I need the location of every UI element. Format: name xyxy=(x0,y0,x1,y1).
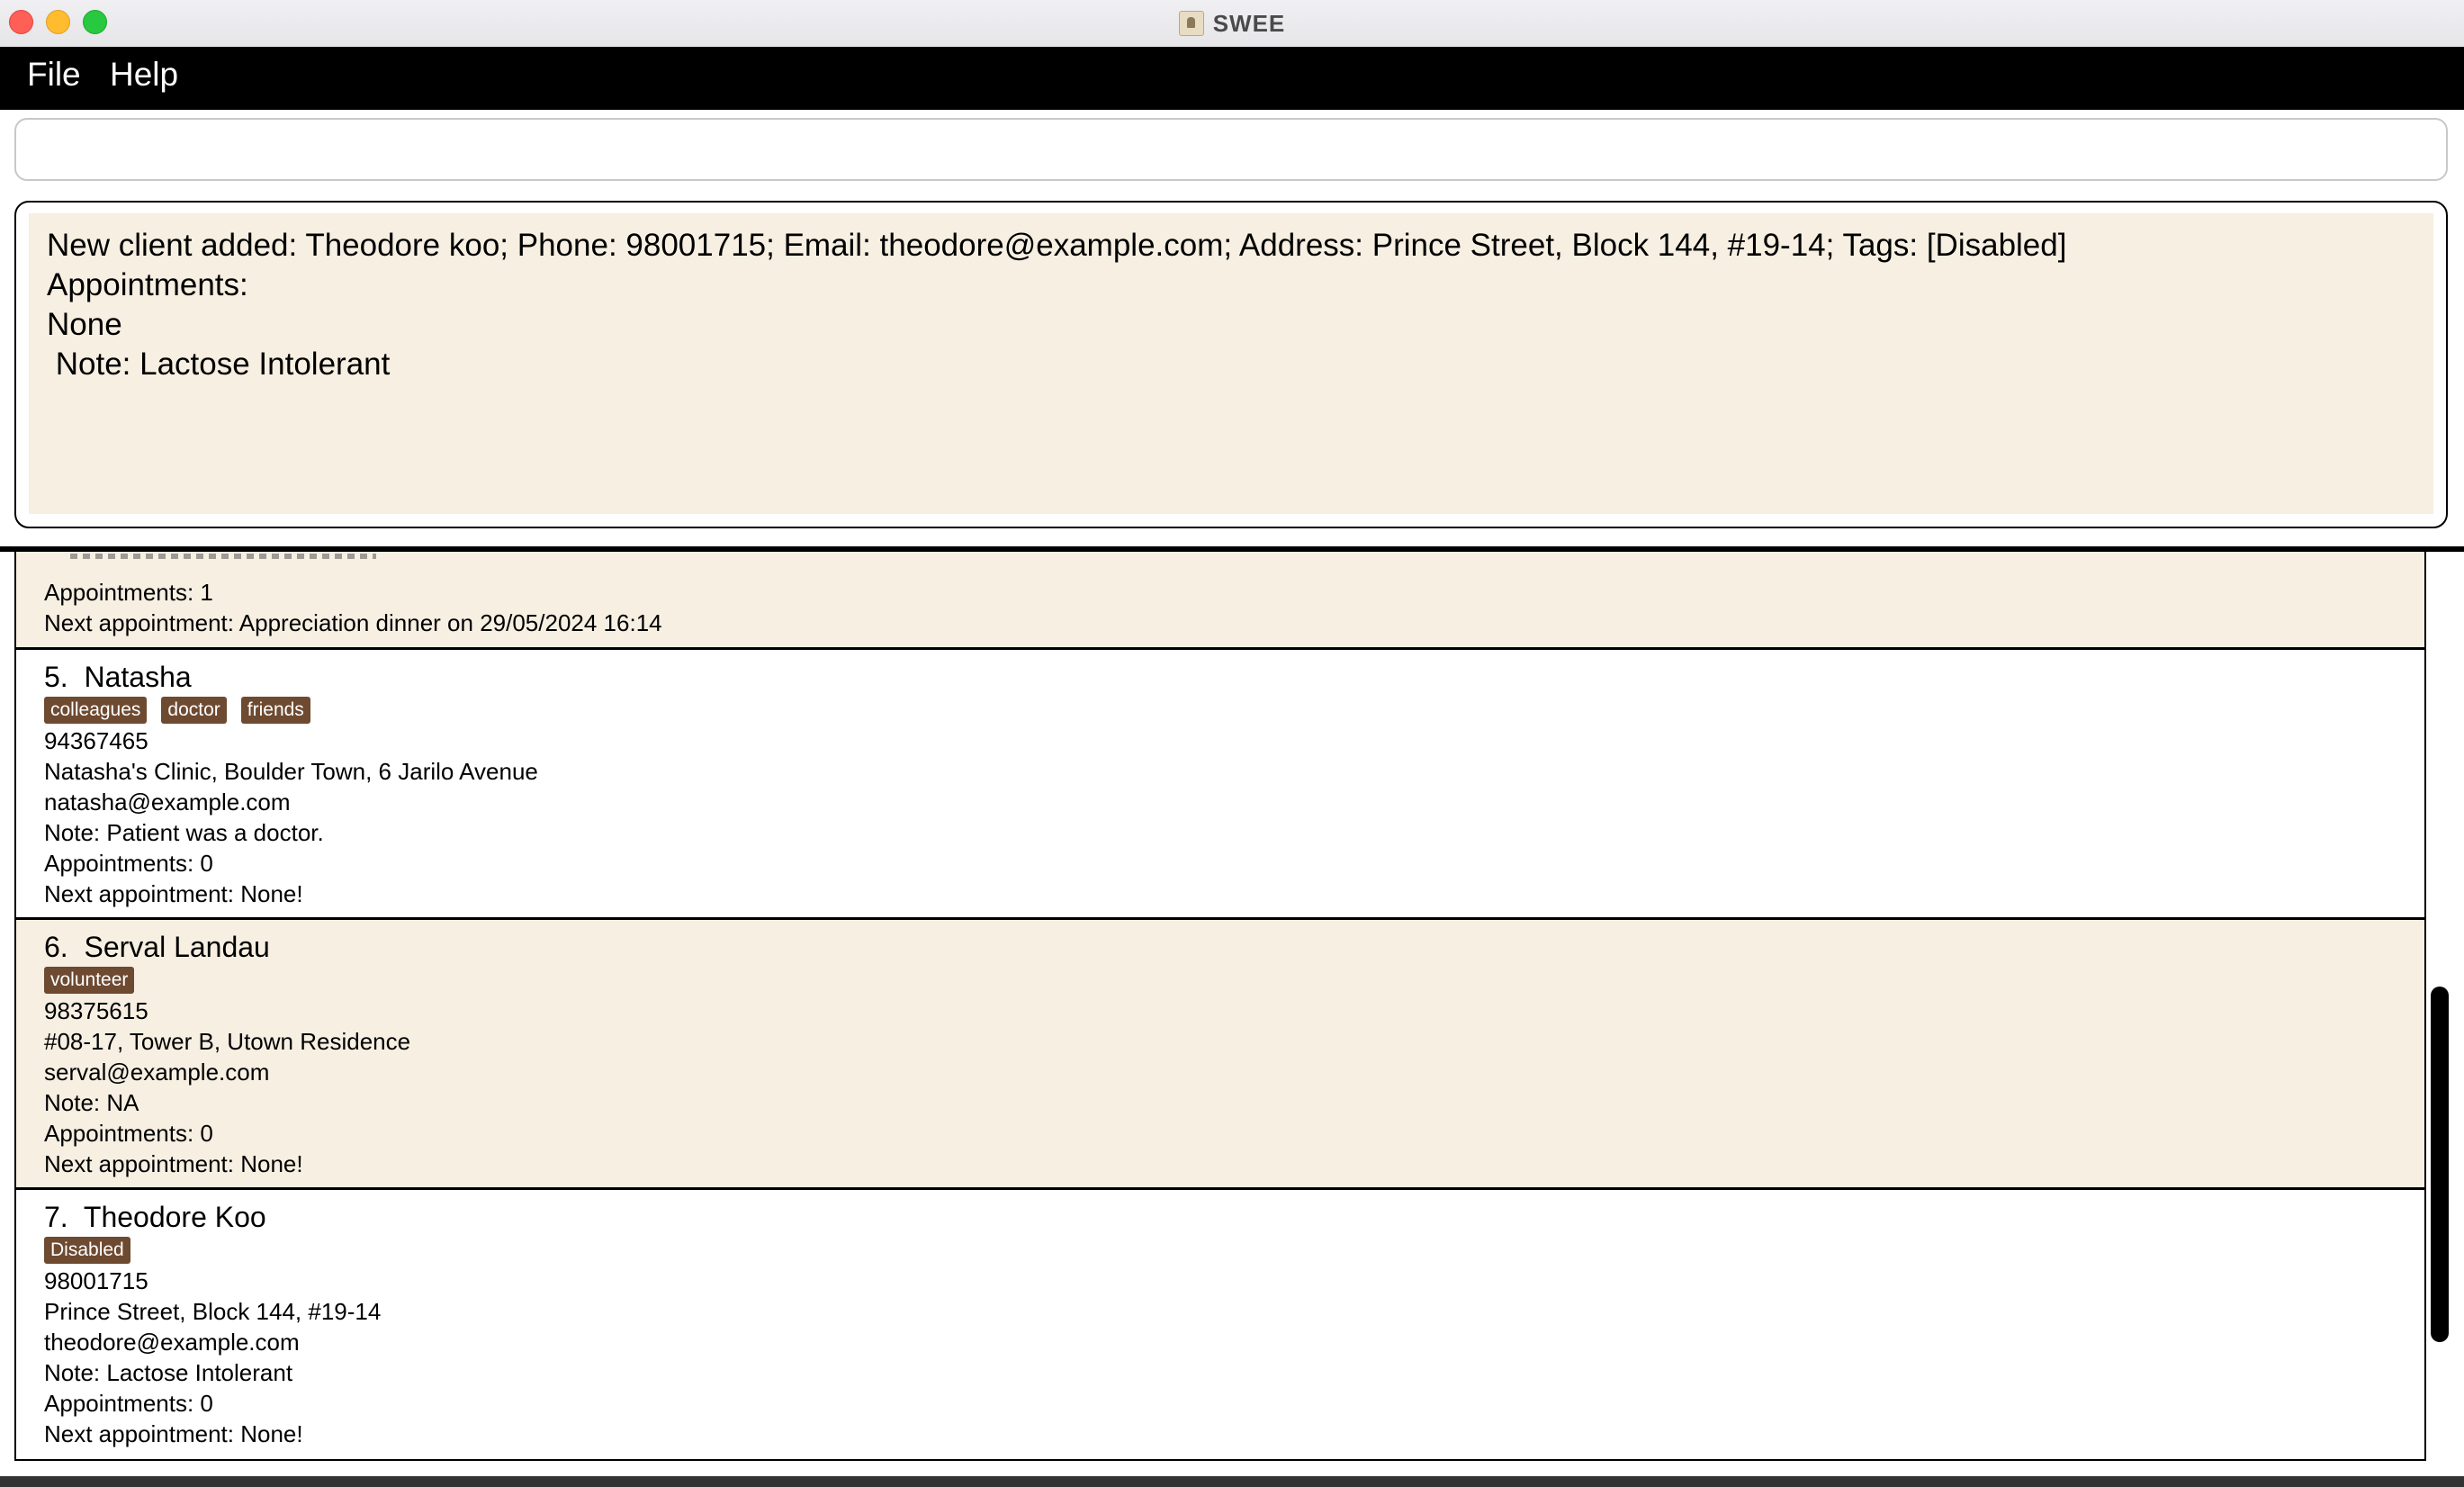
result-display-text-area[interactable]: New client added: Theodore koo; Phone: 9… xyxy=(29,213,2433,514)
result-appointments-value: None xyxy=(47,307,122,342)
app-icon xyxy=(1178,11,1204,36)
menu-file[interactable]: File xyxy=(27,56,81,94)
client-address: Natasha's Clinic, Boulder Town, 6 Jarilo… xyxy=(44,758,538,785)
menu-bar: File Help xyxy=(0,47,2464,110)
client-name: 5. Natasha xyxy=(44,661,192,693)
tag: doctor xyxy=(161,697,227,724)
client-email: serval@example.com xyxy=(44,1059,270,1086)
client-email: natasha@example.com xyxy=(44,789,291,816)
client-phone: 98001715 xyxy=(44,1267,148,1294)
client-email: theodore@example.com xyxy=(44,1329,300,1356)
result-message-line: New client added: Theodore koo; Phone: 9… xyxy=(47,228,2067,263)
client-card[interactable]: 6. Serval Landau volunteer 98375615 #08-… xyxy=(16,920,2424,1187)
clipped-text xyxy=(70,554,376,559)
tag: friends xyxy=(240,697,310,724)
client-appointments: Appointments: 0 xyxy=(44,850,213,877)
tag: Disabled xyxy=(44,1237,130,1264)
window-bottom-edge xyxy=(0,1476,2464,1487)
client-note: Note: Patient was a doctor. xyxy=(44,819,324,846)
client-list[interactable]: Appointments: 1 Next appointment: Apprec… xyxy=(14,552,2426,1461)
client-tags: colleagues doctor friends xyxy=(44,697,310,724)
window-title: SWEE xyxy=(1212,9,1286,37)
client-card[interactable]: 5. Natasha colleagues doctor friends 943… xyxy=(16,650,2424,911)
result-appointments-label: Appointments: xyxy=(47,267,248,302)
window-title-bar: SWEE xyxy=(0,0,2464,48)
client-note: Note: NA xyxy=(44,1089,139,1116)
client-card[interactable]: Appointments: 1 Next appointment: Apprec… xyxy=(16,552,2424,647)
client-note: Note: Lactose Intolerant xyxy=(44,1359,293,1386)
client-appointments: Appointments: 1 xyxy=(44,579,213,606)
tag: volunteer xyxy=(44,967,135,994)
menu-help[interactable]: Help xyxy=(110,56,178,94)
client-next-appointment: Next appointment: None! xyxy=(44,880,303,907)
client-card[interactable]: 7. Theodore Koo Disabled 98001715 Prince… xyxy=(16,1190,2424,1459)
result-display: New client added: Theodore koo; Phone: 9… xyxy=(14,201,2448,528)
client-phone: 98375615 xyxy=(44,997,148,1024)
result-note: Note: Lactose Intolerant xyxy=(47,347,391,382)
client-tags: Disabled xyxy=(44,1237,130,1264)
list-scrollbar-thumb[interactable] xyxy=(2431,987,2449,1342)
client-address: Prince Street, Block 144, #19-14 xyxy=(44,1298,382,1325)
client-name: 6. Serval Landau xyxy=(44,931,270,963)
client-appointments: Appointments: 0 xyxy=(44,1390,213,1417)
client-name: 7. Theodore Koo xyxy=(44,1201,266,1233)
client-address: #08-17, Tower B, Utown Residence xyxy=(44,1028,411,1055)
client-next-appointment: Next appointment: Appreciation dinner on… xyxy=(44,609,662,636)
client-next-appointment: Next appointment: None! xyxy=(44,1420,303,1447)
client-appointments: Appointments: 0 xyxy=(44,1120,213,1147)
client-next-appointment: Next appointment: None! xyxy=(44,1150,303,1177)
tag: colleagues xyxy=(44,697,148,724)
client-phone: 94367465 xyxy=(44,727,148,754)
command-input[interactable] xyxy=(14,118,2448,181)
client-tags: volunteer xyxy=(44,967,135,994)
